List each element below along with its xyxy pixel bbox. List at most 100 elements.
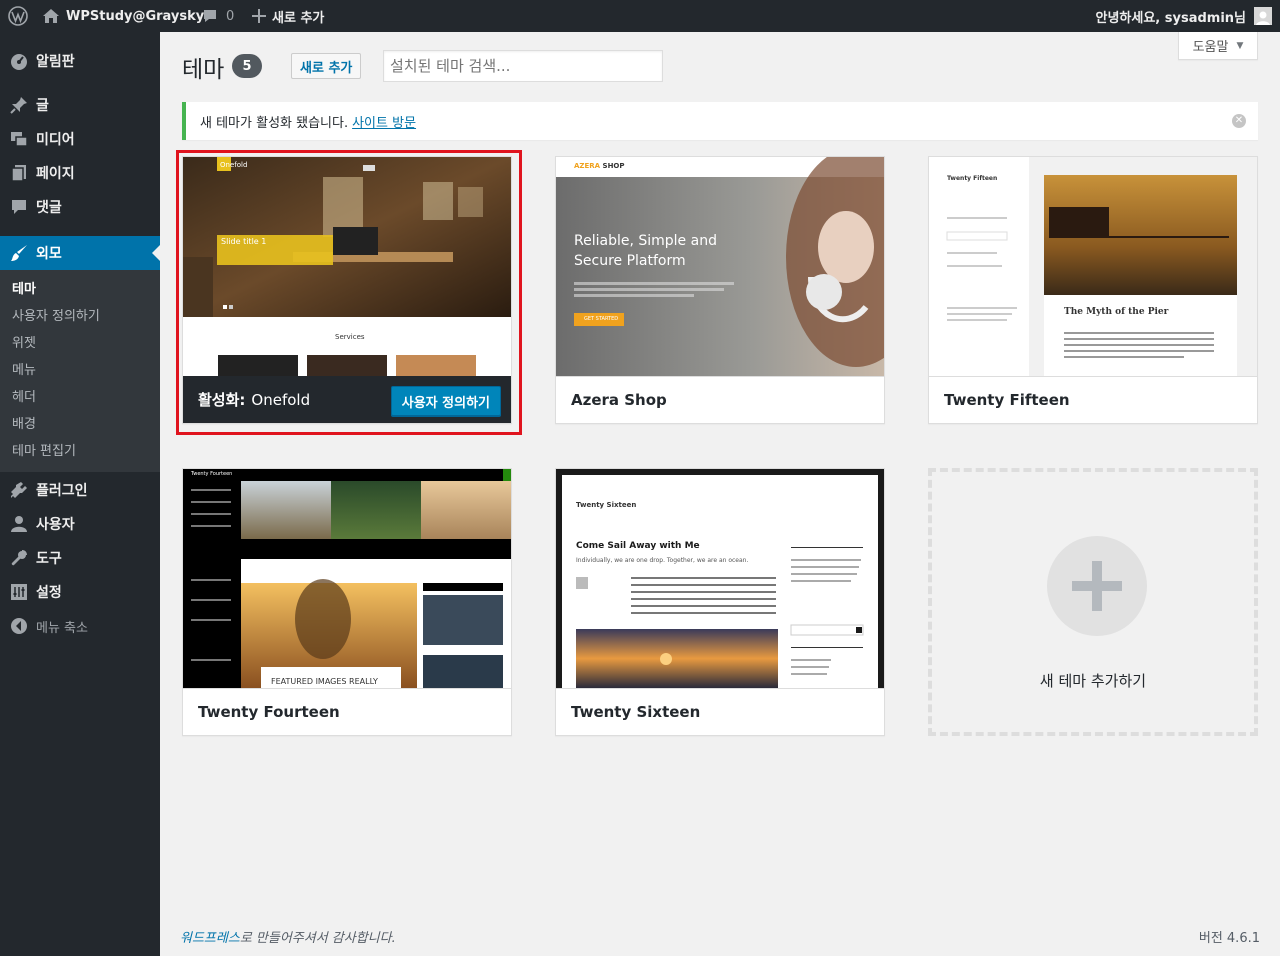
add-theme-label: 새 테마 추가하기 [1039, 672, 1147, 690]
home-icon [42, 8, 60, 24]
add-new-theme-card[interactable]: 새 테마 추가하기 [928, 468, 1258, 736]
menu-appearance[interactable]: 외모 [0, 236, 160, 270]
plus-icon [1047, 536, 1147, 636]
theme-search-input[interactable] [383, 50, 663, 82]
submenu-widgets[interactable]: 위젯 [12, 328, 36, 355]
azera-logo-b: SHOP [602, 162, 625, 170]
help-tab-button[interactable]: 도움말 ▼ [1178, 32, 1258, 60]
collapse-menu-button[interactable]: 메뉴 축소 [0, 609, 160, 643]
menu-users[interactable]: 사용자 [0, 507, 160, 541]
menu-users-label: 사용자 [36, 517, 75, 533]
submenu-menus[interactable]: 메뉴 [12, 355, 36, 382]
menu-settings-label: 설정 [36, 585, 62, 601]
theme-card-twenty-sixteen[interactable]: Twenty Sixteen Come Sail Away with Me In… [555, 468, 885, 736]
media-icon [9, 129, 29, 149]
collapse-menu-label: 메뉴 축소 [36, 620, 88, 636]
menu-appearance-label: 외모 [36, 246, 62, 262]
theme-card-twenty-fourteen[interactable]: Twenty Fourteen FEATURED IMAGES REALLY T… [182, 468, 512, 736]
user-icon [9, 514, 29, 534]
theme-name: Twenty Fourteen [183, 688, 511, 735]
settings-icon [9, 582, 29, 602]
fifteen-site-title: Twenty Fifteen [947, 175, 998, 182]
onefold-badge: Onefold [220, 161, 248, 169]
site-name: WPStudy@Graysky [66, 8, 205, 24]
theme-card-twenty-fifteen[interactable]: Twenty Fifteen The Myth of the Pier Twen… [928, 156, 1258, 424]
page-title: 테마 [182, 57, 225, 83]
menu-tools-label: 도구 [36, 551, 62, 567]
pin-icon [9, 95, 29, 115]
theme-screenshot: Onefold Slide title 1 Services [183, 157, 511, 376]
theme-screenshot: AZERA SHOP Reliable, Simple and Secure P… [556, 157, 884, 376]
my-account-link[interactable]: 안녕하세요, sysadmin님 [1095, 0, 1272, 32]
footer-text: 로 만들어주셔서 감사합니다. [239, 931, 396, 946]
menu-tools[interactable]: 도구 [0, 541, 160, 575]
theme-screenshot: Twenty Sixteen Come Sail Away with Me In… [556, 469, 884, 688]
theme-screenshot: Twenty Fourteen FEATURED IMAGES REALLY [183, 469, 511, 688]
theme-name: Onefold [251, 390, 311, 409]
submenu-header[interactable]: 헤더 [12, 382, 36, 409]
submenu-customize[interactable]: 사용자 정의하기 [12, 301, 100, 328]
menu-media-label: 미디어 [36, 132, 75, 148]
menu-settings[interactable]: 설정 [0, 575, 160, 609]
page-icon [9, 163, 29, 183]
fourteen-featured: FEATURED IMAGES REALLY [271, 677, 378, 686]
wrench-icon [9, 548, 29, 568]
menu-plugins[interactable]: 플러그인 [0, 473, 160, 507]
theme-card-onefold[interactable]: Onefold Slide title 1 Services 활성화: Onef… [182, 156, 512, 424]
dashboard-icon [9, 51, 29, 71]
site-name-link[interactable]: WPStudy@Graysky [42, 0, 204, 32]
azera-logo-a: AZERA [574, 162, 601, 170]
comments-link[interactable]: 0 [202, 0, 234, 32]
add-new-theme-button[interactable]: 새로 추가 [291, 53, 362, 79]
menu-pages-label: 페이지 [36, 166, 75, 182]
visit-site-link[interactable]: 사이트 방문 [352, 112, 416, 131]
theme-activated-notice: 새 테마가 활성화 됐습니다. 사이트 방문 ✕ [182, 102, 1258, 140]
azera-logo: AZERA SHOP [574, 162, 625, 170]
theme-screenshot: Twenty Fifteen The Myth of the Pier [929, 157, 1257, 376]
collapse-arrow-icon [9, 616, 29, 636]
submenu-themes[interactable]: 테마 [12, 274, 36, 301]
admin-sidebar: 알림판 글 미디어 페이지 댓글 외모 테마 사용자 정의하기 위젯 메뉴 헤더… [0, 32, 160, 956]
menu-comments-label: 댓글 [36, 200, 62, 216]
theme-card-azera-shop[interactable]: AZERA SHOP Reliable, Simple and Secure P… [555, 156, 885, 424]
menu-posts-label: 글 [36, 98, 49, 114]
azera-headline-2: Secure Platform [574, 253, 686, 269]
customize-button[interactable]: 사용자 정의하기 [390, 386, 501, 416]
wordpress-link[interactable]: 워드프레스 [180, 931, 240, 946]
fourteen-site-title: Twenty Fourteen [191, 471, 233, 477]
menu-dashboard[interactable]: 알림판 [0, 44, 160, 78]
sixteen-site-title: Twenty Sixteen [576, 501, 637, 509]
menu-comments[interactable]: 댓글 [0, 190, 160, 224]
appearance-submenu: 테마 사용자 정의하기 위젯 메뉴 헤더 배경 테마 편집기 [0, 270, 160, 472]
theme-count-badge: 5 [232, 54, 262, 78]
menu-media[interactable]: 미디어 [0, 122, 160, 156]
help-label: 도움말 [1192, 40, 1229, 55]
brush-icon [9, 243, 29, 263]
avatar [1254, 7, 1272, 25]
caret-down-icon: ▼ [1236, 40, 1244, 51]
greeting: 안녕하세요, sysadmin님 [1095, 10, 1246, 26]
notice-message: 새 테마가 활성화 됐습니다. [200, 115, 349, 131]
theme-name: Twenty Sixteen [556, 688, 884, 735]
menu-posts[interactable]: 글 [0, 88, 160, 122]
comment-icon [202, 8, 218, 24]
plus-icon [252, 9, 266, 23]
menu-plugins-label: 플러그인 [36, 483, 88, 499]
active-prefix: 활성화: [198, 391, 246, 409]
theme-name: Azera Shop [556, 376, 884, 423]
menu-dashboard-label: 알림판 [36, 54, 75, 70]
admin-bar: WPStudy@Graysky 0 새로 추가 안녕하세요, sysadmin님 [0, 0, 1280, 32]
current-menu-arrow [152, 245, 160, 261]
wordpress-logo-icon[interactable] [8, 0, 28, 32]
fifteen-post-title: The Myth of the Pier [1064, 307, 1169, 317]
onefold-slide-title: Slide title 1 [221, 237, 267, 246]
submenu-theme-editor[interactable]: 테마 편집기 [12, 436, 76, 463]
dismiss-icon[interactable]: ✕ [1232, 114, 1246, 128]
comment-icon [9, 197, 29, 217]
submenu-background[interactable]: 배경 [12, 409, 36, 436]
new-label: 새로 추가 [272, 10, 325, 26]
menu-pages[interactable]: 페이지 [0, 156, 160, 190]
new-content-link[interactable]: 새로 추가 [252, 0, 324, 32]
theme-name: Twenty Fifteen [929, 376, 1257, 423]
comments-count: 0 [226, 8, 235, 24]
